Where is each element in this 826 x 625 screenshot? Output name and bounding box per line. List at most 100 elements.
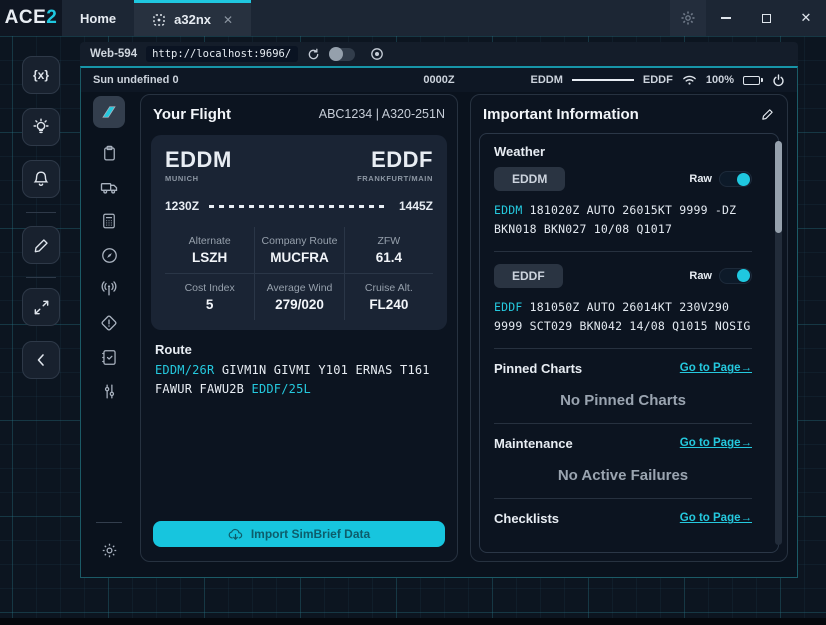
metar-line1: 181050Z AUTO 26014KT 230V290 xyxy=(523,300,730,314)
variables-icon: {x} xyxy=(33,68,49,82)
stat-value: MUCFRA xyxy=(257,250,341,265)
efb-nav-navigation[interactable] xyxy=(93,240,125,270)
minimize-button[interactable] xyxy=(706,0,746,36)
metar-eddm: EDDM 181020Z AUTO 26015KT 9999 -DZ BKN01… xyxy=(494,201,752,239)
taskbar-edge xyxy=(0,618,826,625)
stat-value: LSZH xyxy=(167,250,252,265)
efb-nav-atc[interactable] xyxy=(93,274,125,304)
route-dash-line xyxy=(209,205,389,208)
section-divider xyxy=(494,423,752,424)
variables-button[interactable]: {x} xyxy=(22,56,60,94)
metar-line2: BKN018 BKN027 10/08 Q1017 xyxy=(494,222,672,236)
sliders-icon xyxy=(100,382,119,401)
station-chip-eddm[interactable]: EDDM xyxy=(494,167,565,191)
titlebar: ACE2 Home a32nx ✕ ✕ xyxy=(0,0,826,36)
station-chip-eddf[interactable]: EDDF xyxy=(494,264,563,288)
chevron-left-icon xyxy=(33,352,49,368)
lighting-button[interactable] xyxy=(22,108,60,146)
maintenance-empty: No Active Failures xyxy=(494,467,752,484)
battery-icon xyxy=(743,76,763,85)
maintenance-label: Maintenance xyxy=(494,436,573,451)
maintenance-goto-link[interactable]: Go to Page→ xyxy=(680,437,752,449)
settings-gear-button[interactable] xyxy=(670,0,706,36)
raw-toggle-eddm[interactable] xyxy=(719,171,752,187)
important-info-title: Important Information xyxy=(483,106,639,123)
power-icon[interactable] xyxy=(772,74,785,87)
important-info-panel: Important Information Weather EDDM Raw E… xyxy=(470,94,788,562)
url-input[interactable] xyxy=(146,46,298,62)
route-origin-runway: EDDM/26R xyxy=(155,363,214,377)
stat-zfw: ZFW 61.4 xyxy=(344,227,433,273)
efb-nav-presets[interactable] xyxy=(93,376,125,406)
notifications-button[interactable] xyxy=(22,160,60,198)
efb-nav-dispatch[interactable] xyxy=(93,138,125,168)
important-info-card: Weather EDDM Raw EDDM 181020Z AUTO 26015… xyxy=(479,133,779,553)
stat-label: ZFW xyxy=(347,235,431,247)
stat-label: Alternate xyxy=(167,235,252,247)
stat-company-route: Company Route MUCFRA xyxy=(254,227,343,273)
annotate-button[interactable] xyxy=(22,226,60,264)
fullscreen-button[interactable] xyxy=(22,288,60,326)
efb-nav-dashboard[interactable] xyxy=(93,96,125,128)
stat-alternate: Alternate LSZH xyxy=(165,227,254,273)
pinned-charts-goto-link[interactable]: Go to Page→ xyxy=(680,362,752,374)
sidebar-divider xyxy=(26,212,56,213)
route-block: Route EDDM/26R GIVM1N GIVMI Y101 ERNAS T… xyxy=(141,330,457,398)
efb-nav-settings[interactable] xyxy=(93,535,125,565)
efb-nav-performance[interactable] xyxy=(93,206,125,236)
route-destination-runway: EDDF/25L xyxy=(252,382,311,396)
scrollbar-thumb[interactable] xyxy=(775,141,782,233)
efb-nav-failures[interactable] xyxy=(93,308,125,338)
screenshot-icon[interactable] xyxy=(370,47,384,61)
import-simbrief-button[interactable]: Import SimBrief Data xyxy=(153,521,445,547)
refresh-icon[interactable] xyxy=(307,48,320,61)
destination-icao: EDDF xyxy=(357,147,433,173)
wifi-icon xyxy=(682,74,697,86)
your-flight-panel: Your Flight ABC1234 | A320-251N EDDM MUN… xyxy=(140,94,458,562)
gear-icon xyxy=(680,10,696,26)
checklists-label: Checklists xyxy=(494,511,559,526)
efb-nav-checklists[interactable] xyxy=(93,342,125,372)
stat-label: Average Wind xyxy=(257,282,341,294)
efb-nav-ground[interactable] xyxy=(93,172,125,202)
devtools-toggle[interactable] xyxy=(329,48,355,61)
tab-a32nx-label: a32nx xyxy=(174,12,211,27)
checklists-header: Checklists Go to Page→ xyxy=(494,511,752,526)
edit-pencil-icon[interactable] xyxy=(760,107,775,122)
flight-summary-card: EDDM MUNICH EDDF FRANKFURT/MAIN 1230Z 14… xyxy=(151,135,447,330)
close-icon: ✕ xyxy=(801,10,812,26)
logo-text: ACE xyxy=(5,7,47,29)
lightbulb-icon xyxy=(31,117,51,137)
efb-statusbar: Sun undefined 0 0000Z EDDM EDDF 100% xyxy=(81,68,797,92)
metar-station: EDDM xyxy=(494,203,523,217)
pinned-charts-label: Pinned Charts xyxy=(494,361,582,376)
route-label: Route xyxy=(155,342,443,357)
section-divider xyxy=(494,348,752,349)
titlebar-spacer xyxy=(251,0,670,36)
expand-icon xyxy=(32,298,51,317)
import-simbrief-label: Import SimBrief Data xyxy=(251,527,370,541)
arrival-time: 1445Z xyxy=(399,199,433,213)
toggle-knob xyxy=(329,47,343,61)
origin-airport: EDDM MUNICH xyxy=(165,147,232,183)
metar-line2: 9999 SCT029 BKN042 14/08 Q1015 NOSIG xyxy=(494,319,750,333)
collapse-sidebar-button[interactable] xyxy=(22,341,60,379)
toggle-knob xyxy=(737,269,750,282)
stat-value: 279/020 xyxy=(257,297,341,312)
maximize-button[interactable] xyxy=(746,0,786,36)
close-button[interactable]: ✕ xyxy=(786,0,826,36)
checklists-goto-link[interactable]: Go to Page→ xyxy=(680,512,752,524)
session-label: Web-594 xyxy=(90,48,137,60)
toggle-knob xyxy=(737,173,750,186)
pinned-charts-empty: No Pinned Charts xyxy=(494,392,752,409)
statusbar-destination: EDDF xyxy=(643,74,673,86)
flight-number: ABC1234 | A320-251N xyxy=(319,107,445,121)
tab-close-icon[interactable]: ✕ xyxy=(223,13,233,27)
stat-label: Company Route xyxy=(257,235,341,247)
browser-toolbar: Web-594 xyxy=(80,42,798,66)
raw-toggle-eddf[interactable] xyxy=(719,268,752,284)
stat-label: Cruise Alt. xyxy=(347,282,431,294)
tab-a32nx[interactable]: a32nx ✕ xyxy=(134,0,251,36)
tab-home[interactable]: Home xyxy=(62,0,134,36)
truck-icon xyxy=(99,177,119,197)
